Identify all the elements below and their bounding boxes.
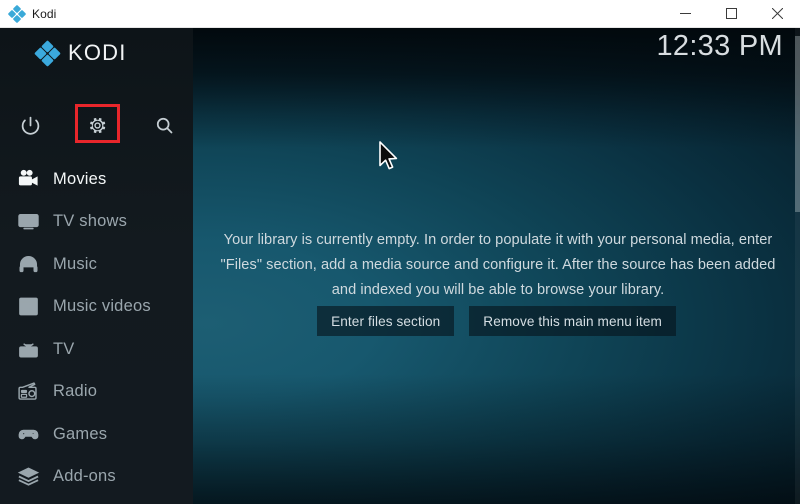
window-controls (662, 0, 800, 27)
kodi-diamond-logo-icon (34, 39, 61, 67)
sidebar: KODI Movies TV shows Music Music videos … (0, 28, 193, 504)
kodi-brand: KODI (34, 38, 127, 68)
vertical-scrollbar[interactable] (795, 28, 800, 504)
window-title-bar: Kodi (0, 0, 800, 28)
movie-camera-icon (8, 168, 48, 191)
sidebar-item-pictures[interactable]: Pictures (0, 498, 193, 504)
minimize-icon[interactable] (662, 0, 708, 27)
sidebar-item-label: Music (53, 254, 98, 273)
action-buttons: Enter files section Remove this main men… (193, 306, 800, 336)
search-icon[interactable] (142, 103, 186, 147)
scrollbar-thumb[interactable] (795, 36, 800, 212)
kodi-window: Kodi 12:33 PM KODI Movies TV shows Music… (0, 0, 800, 504)
maximize-icon[interactable] (708, 0, 754, 27)
sidebar-item-label: Add-ons (53, 467, 116, 486)
kodi-canvas: 12:33 PM KODI Movies TV shows Music Musi… (0, 28, 800, 504)
sidebar-menu: Movies TV shows Music Music videos TV Ra… (0, 158, 193, 504)
sidebar-item-tv-shows[interactable]: TV shows (0, 201, 193, 244)
gamepad-icon (8, 423, 48, 446)
sidebar-item-add-ons[interactable]: Add-ons (0, 456, 193, 499)
sidebar-item-music[interactable]: Music (0, 243, 193, 286)
sidebar-item-movies[interactable]: Movies (0, 158, 193, 201)
empty-library-message: Your library is currently empty. In orde… (220, 232, 776, 298)
sidebar-item-label: TV shows (53, 212, 128, 231)
sidebar-item-label: TV (53, 339, 75, 358)
sidebar-item-games[interactable]: Games (0, 413, 193, 456)
sidebar-toolbar (0, 103, 193, 147)
remove-main-menu-item-button[interactable]: Remove this main menu item (469, 306, 676, 336)
clock: 12:33 PM (656, 30, 783, 62)
headphones-icon (8, 253, 48, 276)
sidebar-item-music-videos[interactable]: Music videos (0, 286, 193, 329)
radio-icon (8, 380, 48, 403)
window-title: Kodi (32, 6, 57, 21)
tv-antenna-icon (8, 338, 48, 361)
sidebar-item-label: Radio (53, 382, 98, 401)
sidebar-item-label: Movies (53, 169, 107, 188)
brand-label: KODI (68, 40, 127, 65)
sidebar-item-tv[interactable]: TV (0, 328, 193, 371)
music-video-icon (8, 295, 48, 318)
layers-icon (8, 465, 48, 488)
power-icon[interactable] (8, 103, 52, 147)
main-content: Your library is currently empty. In orde… (193, 28, 800, 504)
enter-files-section-button[interactable]: Enter files section (317, 306, 455, 336)
sidebar-item-radio[interactable]: Radio (0, 371, 193, 414)
kodi-diamond-logo-icon (7, 4, 27, 23)
close-icon[interactable] (754, 0, 800, 27)
sidebar-item-label: Music videos (53, 297, 151, 316)
sidebar-item-label: Games (53, 424, 108, 443)
television-icon (8, 210, 48, 233)
gear-icon[interactable] (75, 103, 119, 147)
